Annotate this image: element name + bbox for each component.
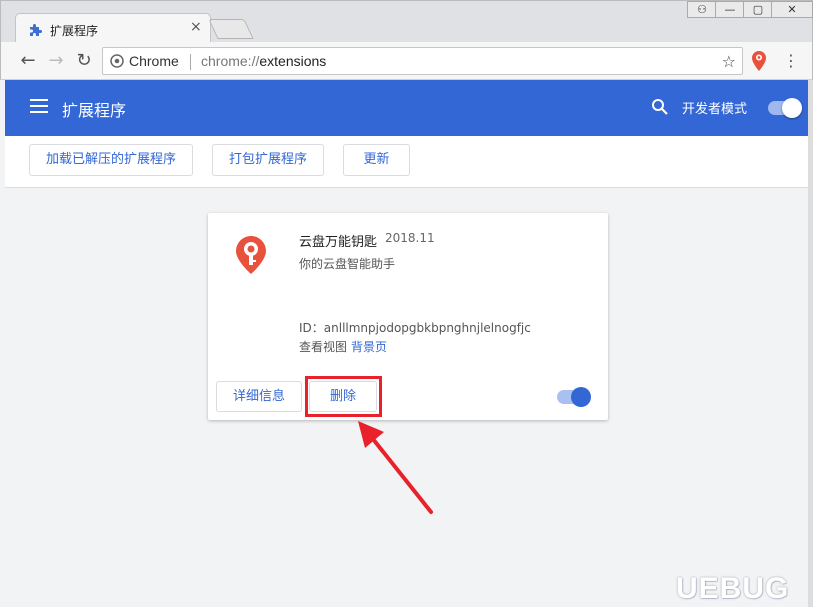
url-text[interactable]: chrome://extensions	[201, 53, 326, 69]
developer-mode-toggle[interactable]	[768, 98, 802, 118]
load-unpacked-button[interactable]: 加载已解压的扩展程序	[29, 144, 193, 176]
extension-description: 你的云盘智能助手	[299, 257, 396, 271]
toggle-knob	[782, 98, 802, 118]
url-host: extensions	[259, 53, 327, 69]
developer-toolbar: 加载已解压的扩展程序 打包扩展程序 更新	[5, 136, 808, 188]
inspect-views: 查看视图 背景页	[299, 338, 387, 355]
details-button[interactable]: 详细信息	[216, 381, 302, 412]
profile-button[interactable]: ⚇	[687, 1, 717, 18]
background-page-link[interactable]: 背景页	[351, 340, 387, 354]
forward-button[interactable]: →	[45, 50, 67, 72]
maximize-button[interactable]: ▢	[743, 1, 773, 18]
update-button[interactable]: 更新	[343, 144, 410, 176]
inspect-views-label: 查看视图	[299, 340, 348, 354]
address-bar[interactable]: Chrome chrome://extensions ☆	[102, 47, 743, 75]
search-icon[interactable]	[651, 98, 669, 116]
extension-id: ID：anlllmnpjodopgbkbpnghnjlelnogfjc	[299, 321, 531, 335]
extension-version: 2018.11	[385, 231, 435, 245]
chrome-icon	[110, 54, 124, 68]
omnibox-divider	[190, 54, 191, 70]
remove-button-highlight	[305, 376, 382, 417]
tab-title: 扩展程序	[50, 24, 99, 38]
reload-button[interactable]: ↻	[73, 50, 95, 72]
pack-extension-button[interactable]: 打包扩展程序	[212, 144, 324, 176]
developer-mode-label: 开发者模式	[682, 102, 748, 117]
puzzle-icon	[30, 24, 42, 36]
bookmark-star-icon[interactable]: ☆	[722, 52, 736, 71]
omnibox-chip: Chrome	[129, 53, 179, 69]
toggle-knob	[571, 387, 591, 407]
extension-enable-toggle[interactable]	[557, 387, 591, 407]
tab-close-icon[interactable]: ×	[190, 19, 202, 35]
back-button[interactable]: ←	[17, 50, 39, 72]
annotation-arrow	[358, 421, 433, 514]
menu-icon[interactable]: ⋮	[783, 51, 799, 71]
extensions-header: 扩展程序 开发者模式	[5, 80, 808, 136]
extension-name: 云盘万能钥匙	[299, 235, 378, 250]
watermark-logo: UEBUG	[676, 572, 790, 605]
close-window-button[interactable]: ✕	[771, 1, 813, 18]
tab-strip: 扩展程序 × ⚇ — ▢ ✕	[0, 0, 813, 44]
url-scheme: chrome://	[201, 53, 260, 69]
minimize-button[interactable]: —	[715, 1, 745, 18]
page-title: 扩展程序	[62, 101, 127, 120]
hamburger-menu-icon[interactable]	[30, 99, 48, 113]
tab-extensions[interactable]: 扩展程序 ×	[15, 13, 211, 44]
new-tab-button[interactable]	[208, 19, 254, 39]
extension-logo-icon	[236, 236, 266, 274]
scrollbar[interactable]	[808, 80, 813, 607]
browser-toolbar: ← → ↻ Chrome chrome://extensions ☆ ⋮	[0, 42, 813, 80]
extension-card: 云盘万能钥匙 2018.11 你的云盘智能助手 ID：anlllmnpjodop…	[208, 213, 608, 420]
extension-pin-icon[interactable]	[751, 50, 767, 72]
